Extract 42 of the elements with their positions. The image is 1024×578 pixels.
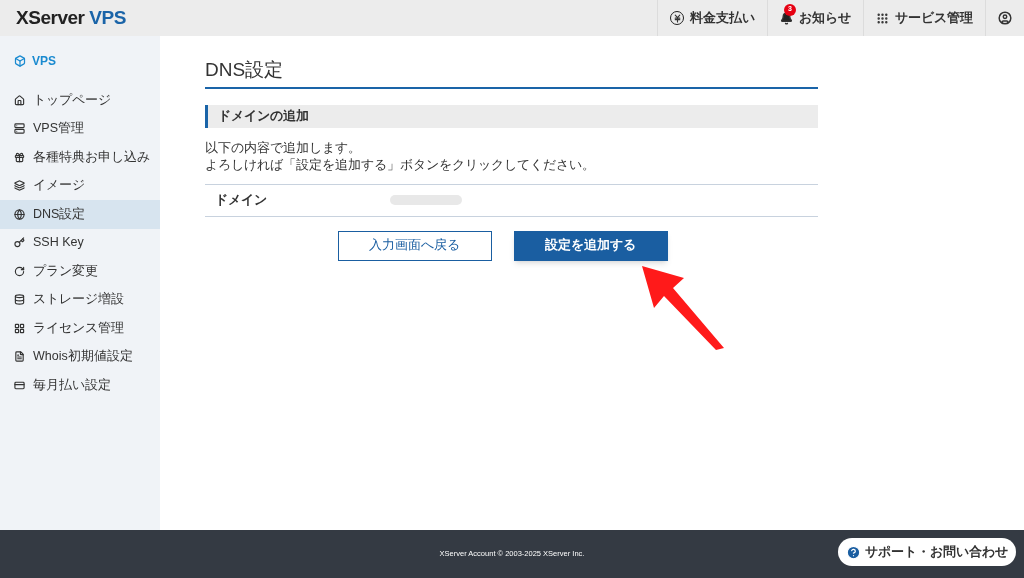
logo[interactable]: XServer VPS: [0, 3, 126, 33]
sidebar-item[interactable]: トップページ: [0, 86, 160, 115]
nav-item[interactable]: サービス管理: [863, 0, 985, 36]
help-icon: [846, 544, 861, 560]
database-icon: [14, 294, 25, 306]
gift-icon: [14, 151, 25, 163]
support-button[interactable]: サポート・お問い合わせ: [838, 538, 1016, 566]
cube-icon: [14, 55, 26, 67]
sidebar-item[interactable]: SSH Key: [0, 228, 160, 257]
server-icon: [14, 123, 25, 135]
sidebar-item[interactable]: DNS設定: [0, 200, 160, 229]
page-title: DNS設定: [205, 56, 818, 89]
sidebar-item[interactable]: ライセンス管理: [0, 314, 160, 343]
sidebar-item[interactable]: ストレージ増設: [0, 285, 160, 314]
back-button[interactable]: 入力画面へ戻る: [337, 230, 492, 261]
nav-label: サービス管理: [895, 9, 973, 27]
sidebar-item[interactable]: イメージ: [0, 171, 160, 200]
card-icon: [14, 379, 25, 391]
globe-icon: [14, 208, 25, 220]
document-icon: [14, 351, 25, 363]
account-icon[interactable]: [998, 11, 1012, 25]
nav-label: 料金支払い: [690, 9, 755, 27]
grid-dots-icon: [876, 11, 889, 25]
nav-label: お知らせ: [799, 9, 851, 27]
grid-icon: [14, 322, 25, 334]
refresh-icon: [14, 265, 25, 277]
submit-button[interactable]: 設定を追加する: [513, 230, 668, 261]
sidebar-item[interactable]: 各種特典お申し込み: [0, 143, 160, 172]
sidebar-item[interactable]: VPS管理: [0, 114, 160, 143]
description-text: よろしければ「設定を追加する」ボタンをクリックしてください。: [205, 156, 596, 174]
nav-item[interactable]: 料金支払い: [657, 0, 767, 36]
field-label: ドメイン: [214, 191, 268, 209]
section-heading: ドメインの追加: [205, 104, 818, 128]
key-icon: [14, 237, 25, 249]
layers-icon: [14, 180, 25, 192]
sidebar-item[interactable]: Whois初期値設定: [0, 342, 160, 371]
sidebar-title: VPS: [32, 53, 56, 70]
bell-icon: [780, 11, 793, 25]
home-icon: [14, 94, 25, 106]
sidebar-item[interactable]: 毎月払い設定: [0, 371, 160, 400]
sidebar-item[interactable]: プラン変更: [0, 257, 160, 286]
description-text: 以下の内容で追加します。: [205, 139, 362, 157]
